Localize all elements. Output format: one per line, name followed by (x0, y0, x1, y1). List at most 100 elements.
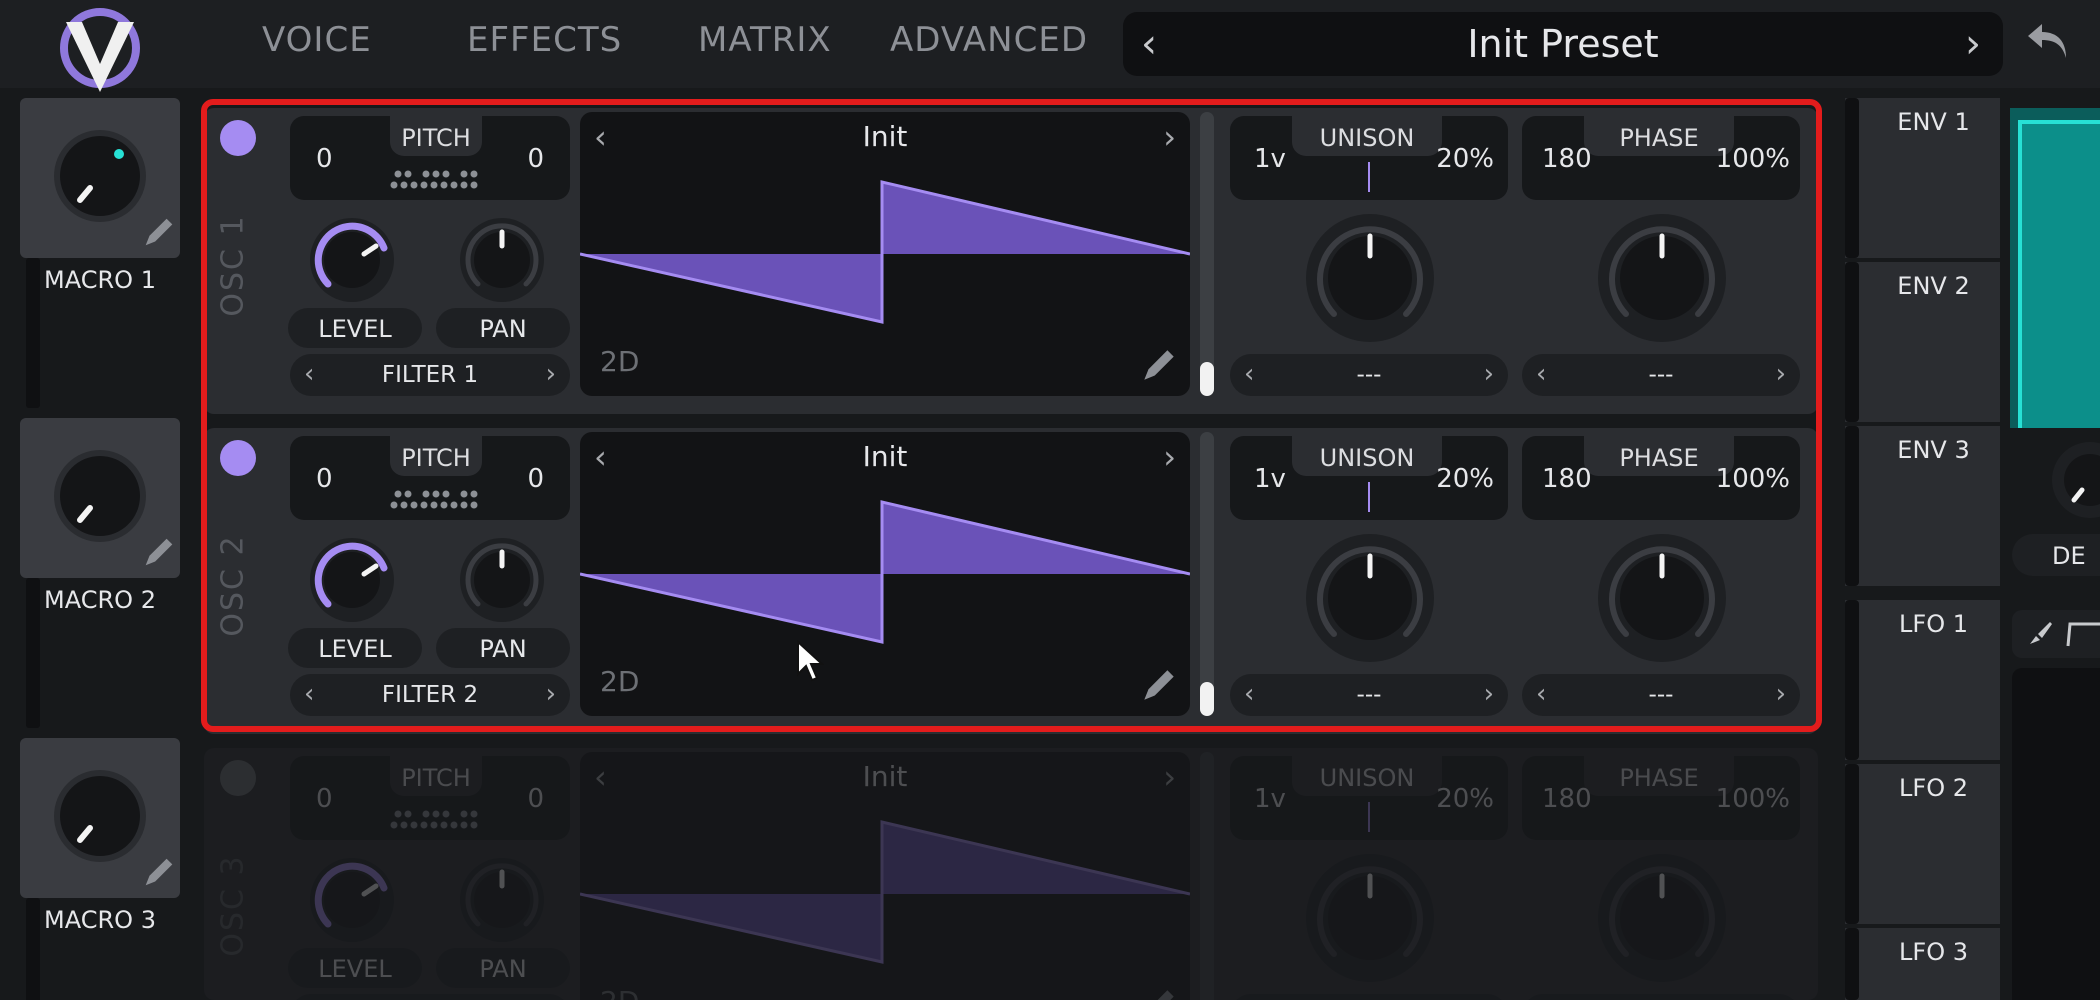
slider-thumb[interactable] (1200, 362, 1214, 396)
brush-icon[interactable] (2026, 620, 2054, 648)
pencil-icon[interactable] (1138, 984, 1180, 1000)
pan-knob[interactable] (456, 534, 548, 626)
chevron-right-icon[interactable]: › (546, 679, 556, 709)
wavetable-display[interactable]: ‹ Init › 2D (580, 752, 1190, 1000)
env-1-tab[interactable]: ENV 1 (1845, 98, 2000, 258)
phase-random[interactable]: 100% (1716, 464, 1790, 494)
env-3-tab[interactable]: ENV 3 (1845, 426, 2000, 586)
phase-knob[interactable] (1594, 850, 1730, 986)
wavetable-frame-slider[interactable] (1200, 752, 1214, 1000)
unison-voices[interactable]: 1v (1254, 784, 1286, 814)
tab-matrix[interactable]: MATRIX (698, 20, 832, 64)
preset-selector[interactable]: ‹ Init Preset › (1123, 12, 2003, 76)
macro-1-knob[interactable] (50, 126, 150, 226)
tune-value[interactable]: 0 (527, 144, 544, 174)
chevron-right-icon[interactable]: › (1776, 359, 1786, 389)
filter-route-selector[interactable]: ‹ FILTER 2 › (290, 674, 570, 716)
transpose-value[interactable]: 0 (316, 144, 333, 174)
pencil-icon[interactable] (140, 213, 178, 251)
transpose-value[interactable]: 0 (316, 464, 333, 494)
chevron-left-icon[interactable]: ‹ (1244, 359, 1254, 389)
macro-2-knob[interactable] (50, 446, 150, 546)
lfo-graph[interactable] (2012, 668, 2100, 1000)
chevron-left-icon[interactable]: ‹ (1536, 359, 1546, 389)
phase-knob[interactable] (1594, 210, 1730, 346)
wavetable-frame-slider[interactable] (1200, 112, 1214, 396)
phase-value[interactable]: 180 (1542, 464, 1592, 494)
unison-dest-selector[interactable]: ‹ --- › (1230, 354, 1508, 396)
phase-dest-selector[interactable]: ‹ --- › (1522, 674, 1800, 716)
pitch-quantize-icon[interactable] (388, 488, 484, 512)
unison-detune-knob[interactable] (1302, 850, 1438, 986)
pitch-quantize-icon[interactable] (388, 808, 484, 832)
pencil-icon[interactable] (1138, 664, 1180, 706)
osc-enable-toggle[interactable] (220, 440, 256, 476)
wavetable-display[interactable]: ‹ Init › 2D (580, 432, 1190, 716)
filter-route-selector[interactable]: ‹ FILTER 1 › (290, 354, 570, 396)
phase-dest-selector[interactable]: ‹ --- › (1522, 354, 1800, 396)
wavetable-frame-slider[interactable] (1200, 432, 1214, 716)
unison-detune-knob[interactable] (1302, 210, 1438, 346)
level-knob[interactable] (306, 854, 398, 946)
osc-enable-toggle[interactable] (220, 760, 256, 796)
tab-voice[interactable]: VOICE (262, 20, 372, 64)
tune-value[interactable]: 0 (527, 784, 544, 814)
chevron-right-icon[interactable]: › (546, 359, 556, 389)
undo-icon[interactable] (2024, 18, 2072, 66)
waveform-icon (580, 500, 1190, 644)
pencil-icon[interactable] (140, 853, 178, 891)
unison-dest-selector[interactable]: ‹ --- › (1230, 994, 1508, 1000)
lfo-3-tab[interactable]: LFO 3 (1845, 928, 2000, 1000)
phase-knob[interactable] (1594, 530, 1730, 666)
osc-enable-toggle[interactable] (220, 120, 256, 156)
chevron-left-icon[interactable]: ‹ (304, 679, 314, 709)
pencil-icon[interactable] (1138, 344, 1180, 386)
wavetable-display[interactable]: ‹ Init › 2D (580, 112, 1190, 396)
filter-route-selector[interactable]: ‹ FILTER 3 › (290, 994, 570, 1000)
tab-effects[interactable]: EFFECTS (467, 20, 622, 64)
phase-value[interactable]: 180 (1542, 144, 1592, 174)
phase-random[interactable]: 100% (1716, 144, 1790, 174)
macro-3-knob[interactable] (50, 766, 150, 866)
wavetable-mode[interactable]: 2D (600, 985, 639, 1000)
chevron-left-icon[interactable]: ‹ (1244, 679, 1254, 709)
transpose-value[interactable]: 0 (316, 784, 333, 814)
phase-value[interactable]: 180 (1542, 784, 1592, 814)
phase-dest-selector[interactable]: ‹ --- › (1522, 994, 1800, 1000)
chevron-right-icon[interactable]: › (1484, 359, 1494, 389)
lfo-1-tab[interactable]: LFO 1 (1845, 600, 2000, 760)
chevron-right-icon[interactable]: › (1776, 679, 1786, 709)
phase-random[interactable]: 100% (1716, 784, 1790, 814)
preset-prev-icon[interactable]: ‹ (1141, 24, 1157, 64)
pan-knob[interactable] (456, 854, 548, 946)
wavetable-mode[interactable]: 2D (600, 665, 639, 698)
pencil-icon[interactable] (140, 533, 178, 571)
unison-voices[interactable]: 1v (1254, 144, 1286, 174)
unison-detune[interactable]: 20% (1436, 464, 1494, 494)
macro-1: MACRO 1 (20, 98, 180, 408)
unison-detune[interactable]: 20% (1436, 784, 1494, 814)
unison-dest-selector[interactable]: ‹ --- › (1230, 674, 1508, 716)
chevron-right-icon[interactable]: › (1484, 679, 1494, 709)
pitch-section: PITCH 0 0 (290, 756, 570, 840)
preset-name[interactable]: Init Preset (1263, 22, 1863, 66)
env-2-tab[interactable]: ENV 2 (1845, 262, 2000, 422)
pitch-quantize-icon[interactable] (388, 168, 484, 192)
preset-next-icon[interactable]: › (1965, 24, 1981, 64)
env-delay-knob[interactable] (2050, 440, 2100, 520)
unison-detune-knob[interactable] (1302, 530, 1438, 666)
tab-advanced[interactable]: ADVANCED (890, 20, 1088, 64)
unison-detune[interactable]: 20% (1436, 144, 1494, 174)
level-knob[interactable] (306, 214, 398, 306)
chevron-left-icon[interactable]: ‹ (1536, 679, 1546, 709)
level-knob[interactable] (306, 534, 398, 626)
slider-thumb[interactable] (1200, 682, 1214, 716)
wavetable-mode[interactable]: 2D (600, 345, 639, 378)
chevron-left-icon[interactable]: ‹ (304, 359, 314, 389)
envelope-graph[interactable] (2010, 108, 2100, 428)
unison-voices[interactable]: 1v (1254, 464, 1286, 494)
lfo-2-tab[interactable]: LFO 2 (1845, 764, 2000, 924)
line-shape-icon[interactable] (2066, 620, 2100, 648)
pan-knob[interactable] (456, 214, 548, 306)
tune-value[interactable]: 0 (527, 464, 544, 494)
